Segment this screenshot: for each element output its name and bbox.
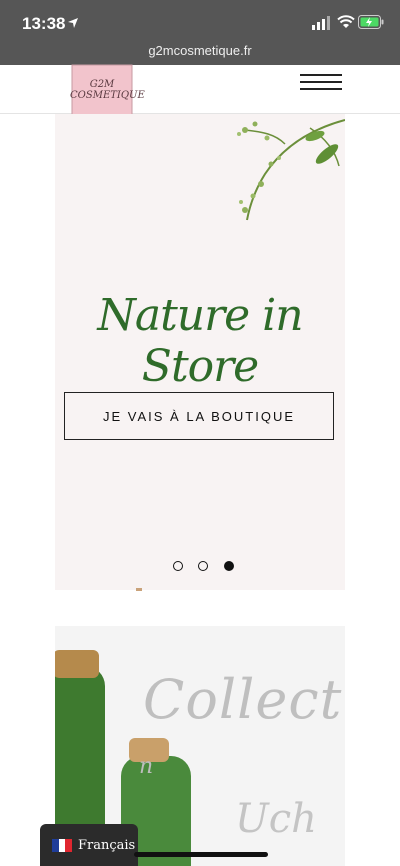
decorative-mark	[136, 588, 142, 591]
logo-text: G2M COSMETIQUE	[70, 79, 145, 101]
collection-title-line3: Uch	[235, 796, 317, 842]
wifi-icon	[337, 15, 355, 28]
bottle-cap-1	[55, 650, 99, 678]
language-switcher[interactable]: Français	[40, 824, 138, 866]
hamburger-icon-bar-3	[300, 88, 342, 90]
hamburger-icon-bar-2	[300, 81, 342, 83]
hamburger-icon-bar-1	[300, 74, 342, 76]
collection-title-line2: n	[139, 754, 154, 779]
collection-title: Collectio	[143, 668, 345, 731]
language-label: Français	[78, 837, 136, 853]
herb-branch-image	[237, 119, 345, 221]
hero-title: Nature in Store	[97, 290, 303, 392]
clock: 13:38	[22, 14, 66, 33]
url-bar[interactable]: g2mcosmetique.fr	[0, 43, 400, 58]
french-flag-icon	[52, 838, 73, 852]
status-bar: 13:38 g2mcosmetique.fr	[0, 0, 400, 65]
slider-dot-2[interactable]	[198, 561, 209, 571]
battery-charging-icon	[358, 15, 384, 29]
cellular-signal-icon	[312, 16, 330, 30]
hero-slider: Nature in Store JE VAIS À LA BOUTIQUE	[55, 114, 345, 590]
logo-line-1: G2M	[89, 79, 115, 90]
shop-button[interactable]: JE VAIS À LA BOUTIQUE	[64, 392, 334, 440]
location-arrow-icon	[68, 18, 78, 28]
slider-dot-1[interactable]	[173, 561, 183, 571]
home-indicator	[134, 852, 268, 857]
slider-dot-3[interactable]	[223, 561, 234, 571]
menu-button[interactable]	[300, 74, 342, 96]
slider-pagination	[173, 558, 245, 571]
logo-line-2: COSMETIQUE	[70, 90, 145, 101]
